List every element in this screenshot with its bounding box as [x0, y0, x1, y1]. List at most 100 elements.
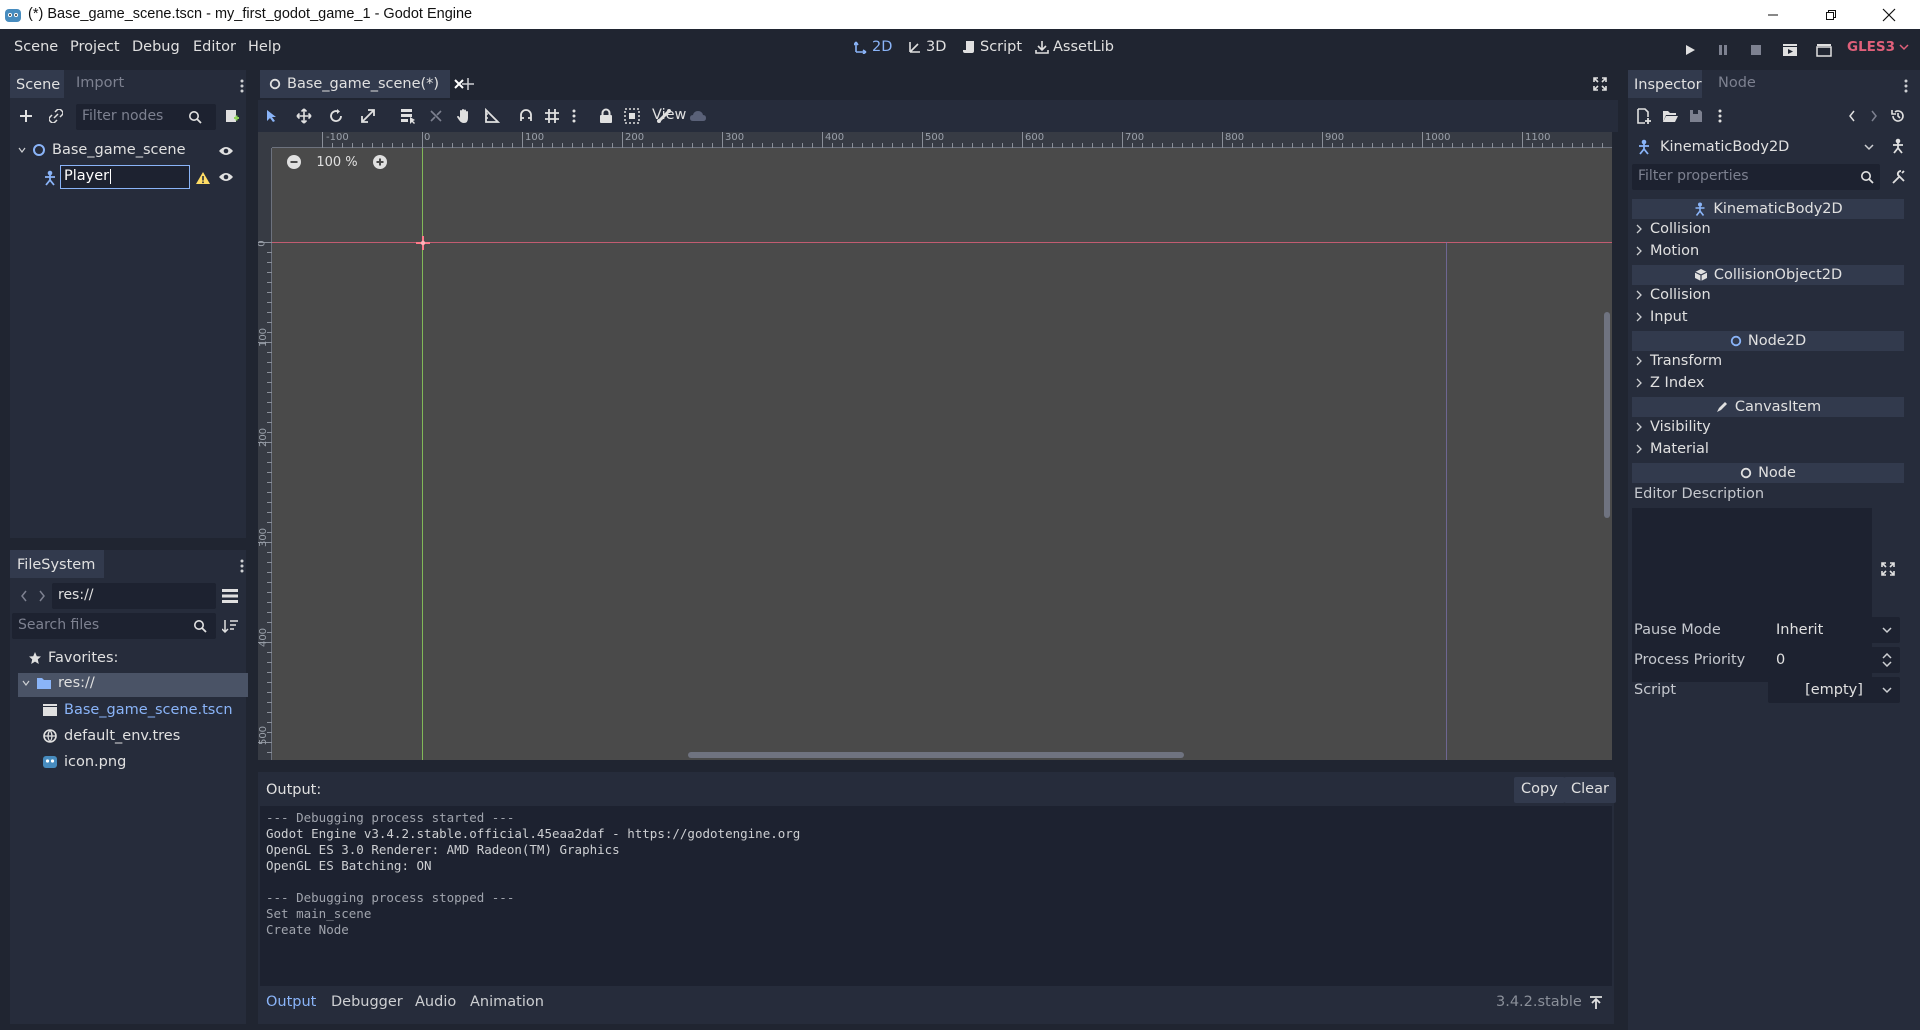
category-transform[interactable]: Transform: [1636, 353, 1722, 369]
zoom-reset-button[interactable]: 100 %: [312, 155, 362, 170]
tab-inspector[interactable]: Inspector: [1628, 70, 1702, 98]
grid-snap-toggle[interactable]: [542, 106, 562, 126]
select-tool[interactable]: [262, 106, 282, 126]
list-select-tool[interactable]: [398, 106, 418, 126]
save-resource-button[interactable]: [1686, 106, 1706, 126]
pause-mode-dropdown[interactable]: Inherit: [1768, 617, 1900, 643]
vertical-scrollbar[interactable]: [1604, 312, 1610, 518]
view-menu[interactable]: View: [652, 107, 686, 123]
category-z-index[interactable]: Z Index: [1636, 375, 1704, 391]
category-collision[interactable]: Collision: [1636, 221, 1711, 237]
script-dropdown[interactable]: [empty]: [1768, 677, 1900, 703]
dock-menu-button[interactable]: [232, 76, 252, 96]
rotate-tool[interactable]: [326, 106, 346, 126]
menu-help[interactable]: Help: [248, 39, 281, 55]
history-forward-button[interactable]: [1864, 106, 1884, 126]
menu-scene[interactable]: Scene: [14, 39, 58, 55]
resource-options-button[interactable]: [1710, 106, 1730, 126]
tab-filesystem[interactable]: FileSystem: [10, 550, 104, 578]
canvas-viewport[interactable]: 100 %: [272, 148, 1612, 760]
expand-textarea-button[interactable]: [1878, 559, 1898, 579]
clear-button[interactable]: Clear: [1564, 777, 1616, 803]
workspace-2d[interactable]: 2D: [854, 39, 892, 55]
bottom-tab-output[interactable]: Output: [266, 994, 316, 1010]
dock-menu-button[interactable]: [232, 556, 252, 576]
menu-editor[interactable]: Editor: [193, 39, 236, 55]
snap-options-button[interactable]: [564, 106, 584, 126]
filter-properties-input[interactable]: Filter properties: [1632, 164, 1880, 190]
visibility-toggle-player[interactable]: [216, 167, 236, 187]
process-priority-spinbox[interactable]: 0: [1768, 647, 1900, 673]
new-scene-tab-button[interactable]: [458, 74, 478, 94]
expand-bottom-panel-button[interactable]: [1586, 993, 1606, 1013]
menu-project[interactable]: Project: [70, 39, 120, 55]
bottom-tab-audio[interactable]: Audio: [415, 994, 456, 1010]
scale-tool[interactable]: [358, 106, 378, 126]
horizontal-scrollbar[interactable]: [688, 752, 1184, 758]
workspace-assetlib[interactable]: AssetLib: [1035, 39, 1114, 55]
node-script-button[interactable]: [1888, 136, 1908, 156]
bottom-tab-animation[interactable]: Animation: [470, 994, 544, 1010]
category-material[interactable]: Material: [1636, 441, 1709, 457]
minimize-button[interactable]: [1744, 0, 1802, 29]
tree-item-base-game-scene[interactable]: Base_game_scene: [18, 142, 186, 158]
play-button[interactable]: [1680, 40, 1700, 60]
file-item[interactable]: default_env.tres: [42, 728, 180, 744]
close-window-button[interactable]: [1860, 0, 1918, 29]
bottom-tab-debugger[interactable]: Debugger: [331, 994, 403, 1010]
distraction-free-button[interactable]: [1590, 74, 1610, 94]
category-collision[interactable]: Collision: [1636, 287, 1711, 303]
load-resource-button[interactable]: [1660, 106, 1680, 126]
search-files-input[interactable]: Search files: [12, 613, 216, 639]
play-scene-button[interactable]: [1780, 40, 1800, 60]
smart-snap-toggle[interactable]: [516, 106, 536, 126]
play-custom-scene-button[interactable]: [1814, 40, 1834, 60]
pause-button[interactable]: [1713, 40, 1733, 60]
object-history-button[interactable]: [1888, 106, 1908, 126]
tab-scene[interactable]: Scene: [10, 70, 64, 98]
move-tool[interactable]: [294, 106, 314, 126]
workspace-3d[interactable]: 3D: [908, 39, 946, 55]
pan-tool[interactable]: [454, 106, 474, 126]
instance-scene-button[interactable]: [46, 106, 66, 126]
group-button[interactable]: [622, 106, 642, 126]
object-selector[interactable]: KinematicBody2D: [1632, 134, 1880, 160]
renderer-select[interactable]: GLES3: [1847, 39, 1909, 55]
workspace-script[interactable]: Script: [962, 39, 1022, 55]
property-options-button[interactable]: [1888, 167, 1908, 187]
tree-item-player[interactable]: Player: [40, 164, 200, 190]
category-motion[interactable]: Motion: [1636, 243, 1699, 259]
file-item[interactable]: icon.png: [42, 754, 126, 770]
pivot-tool[interactable]: [426, 106, 446, 126]
spinner-arrows-icon[interactable]: [1882, 653, 1892, 667]
lock-button[interactable]: [596, 106, 616, 126]
favorites-row[interactable]: Favorites:: [28, 650, 118, 666]
tab-node[interactable]: Node: [1718, 75, 1756, 91]
copy-button[interactable]: Copy: [1514, 777, 1565, 803]
sort-files-button[interactable]: [220, 616, 240, 636]
output-console[interactable]: --- Debugging process started --- Godot …: [260, 806, 1612, 986]
warning-button[interactable]: [193, 168, 213, 188]
new-resource-button[interactable]: [1634, 106, 1654, 126]
tab-import[interactable]: Import: [76, 75, 124, 91]
category-input[interactable]: Input: [1636, 309, 1688, 325]
visibility-overlay-button[interactable]: [688, 106, 708, 126]
ruler-tool[interactable]: [482, 106, 502, 126]
zoom-out-button[interactable]: [286, 154, 302, 170]
dock-menu-button[interactable]: [1896, 76, 1916, 96]
menu-debug[interactable]: Debug: [132, 39, 180, 55]
scene-tab[interactable]: Base_game_scene(*): [260, 70, 464, 98]
toggle-split-mode-button[interactable]: [220, 586, 240, 606]
restore-button[interactable]: [1802, 0, 1860, 29]
tree-item-res-root[interactable]: res://: [18, 673, 248, 697]
history-forward-button[interactable]: [32, 586, 52, 606]
category-visibility[interactable]: Visibility: [1636, 419, 1711, 435]
path-field[interactable]: res://: [52, 583, 216, 609]
scene-tree-options-button[interactable]: [222, 106, 242, 126]
history-back-button[interactable]: [14, 586, 34, 606]
zoom-in-button[interactable]: [372, 154, 388, 170]
history-back-button[interactable]: [1842, 106, 1862, 126]
visibility-toggle-base[interactable]: [216, 141, 236, 161]
stop-button[interactable]: [1746, 40, 1766, 60]
file-item[interactable]: Base_game_scene.tscn: [42, 702, 233, 718]
